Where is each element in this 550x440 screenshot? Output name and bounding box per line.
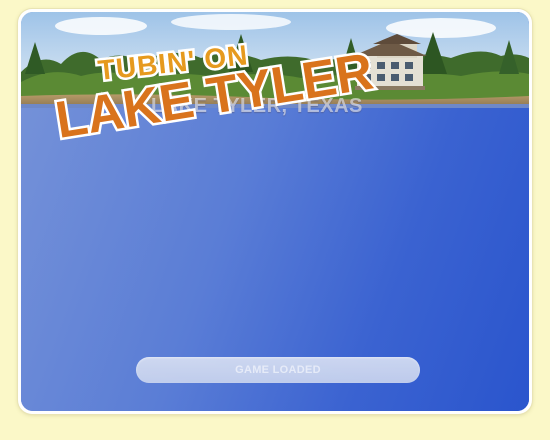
game-title-logo: TUBIN' ON LAKE TYLER [51, 38, 379, 150]
game-loaded-label: GAME LOADED [235, 364, 321, 376]
game-loaded-button[interactable]: GAME LOADED [136, 357, 420, 383]
game-frame: LAKE TYLER, TEXAS TUBIN' ON LAKE TYLER G… [18, 9, 532, 414]
game-screen[interactable]: LAKE TYLER, TEXAS TUBIN' ON LAKE TYLER G… [21, 12, 529, 411]
